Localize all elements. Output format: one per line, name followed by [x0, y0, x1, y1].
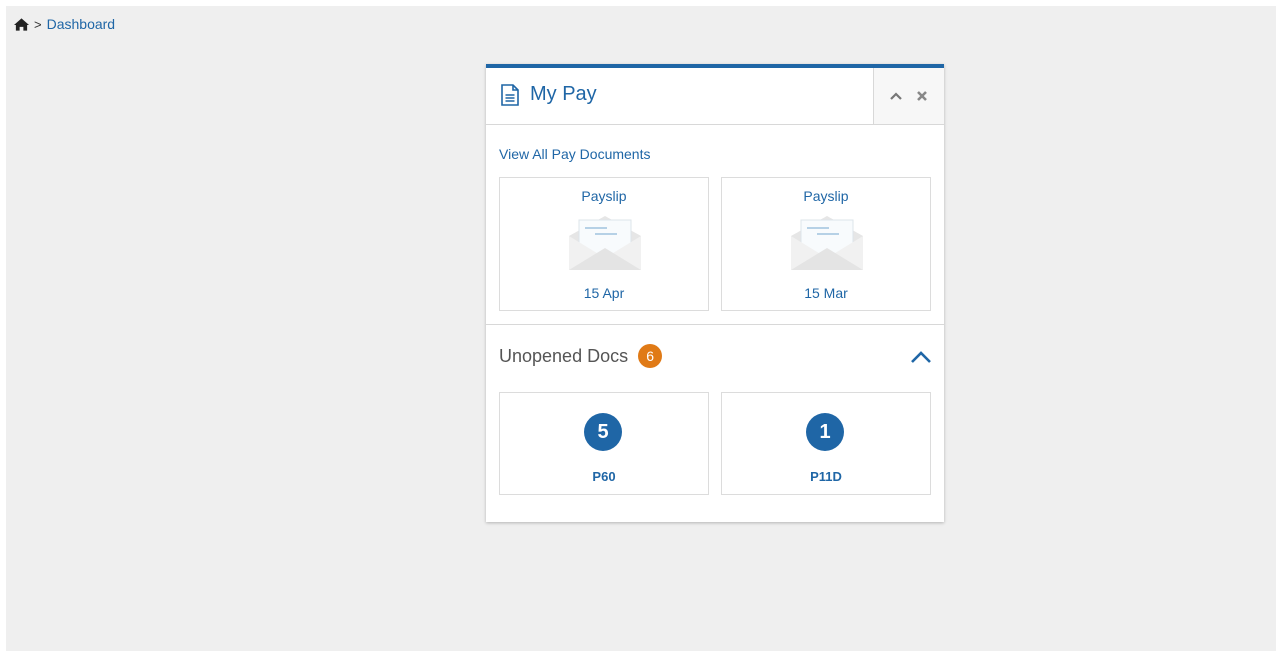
breadcrumb: > Dashboard	[14, 16, 115, 32]
envelope-open-icon	[569, 216, 641, 270]
widget-title: My Pay	[500, 83, 597, 106]
document-icon	[501, 83, 519, 106]
doc-type-label: Payslip	[803, 188, 849, 204]
my-pay-widget: My Pay View All Pay Documents Payslip 15…	[486, 64, 944, 522]
doc-date-label: 15 Mar	[804, 285, 848, 301]
view-all-pay-documents-link[interactable]: View All Pay Documents	[499, 146, 650, 162]
doc-type-label: Payslip	[581, 188, 627, 204]
section-divider	[486, 324, 944, 325]
dashboard-page: > Dashboard My Pay View All Pay Document…	[6, 6, 1276, 651]
close-widget-icon[interactable]	[915, 89, 929, 103]
unopened-doc-card-p60[interactable]: 5 P60	[499, 392, 709, 495]
breadcrumb-separator: >	[34, 16, 42, 32]
unopened-docs-heading: Unopened Docs 6	[499, 344, 663, 368]
unopened-count-badge: 6	[638, 344, 663, 368]
unopened-doc-name: P11D	[810, 469, 842, 484]
unopened-doc-card-p11d[interactable]: 1 P11D	[721, 392, 931, 495]
unopened-count: 5	[584, 413, 622, 451]
widget-controls	[873, 68, 944, 124]
doc-date-label: 15 Apr	[583, 285, 625, 301]
collapse-widget-icon[interactable]	[889, 89, 903, 103]
unopened-docs-title: Unopened Docs	[499, 345, 629, 366]
widget-title-text: My Pay	[530, 83, 597, 105]
widget-header: My Pay	[486, 68, 944, 125]
breadcrumb-dashboard-link[interactable]: Dashboard	[47, 16, 116, 32]
payslip-card-apr[interactable]: Payslip 15 Apr	[499, 177, 709, 311]
unopened-count: 1	[806, 413, 844, 451]
envelope-open-icon	[791, 216, 863, 270]
payslip-card-mar[interactable]: Payslip 15 Mar	[721, 177, 931, 311]
home-icon[interactable]	[14, 17, 29, 31]
chevron-up-icon[interactable]	[910, 350, 932, 364]
unopened-doc-name: P60	[592, 469, 616, 484]
